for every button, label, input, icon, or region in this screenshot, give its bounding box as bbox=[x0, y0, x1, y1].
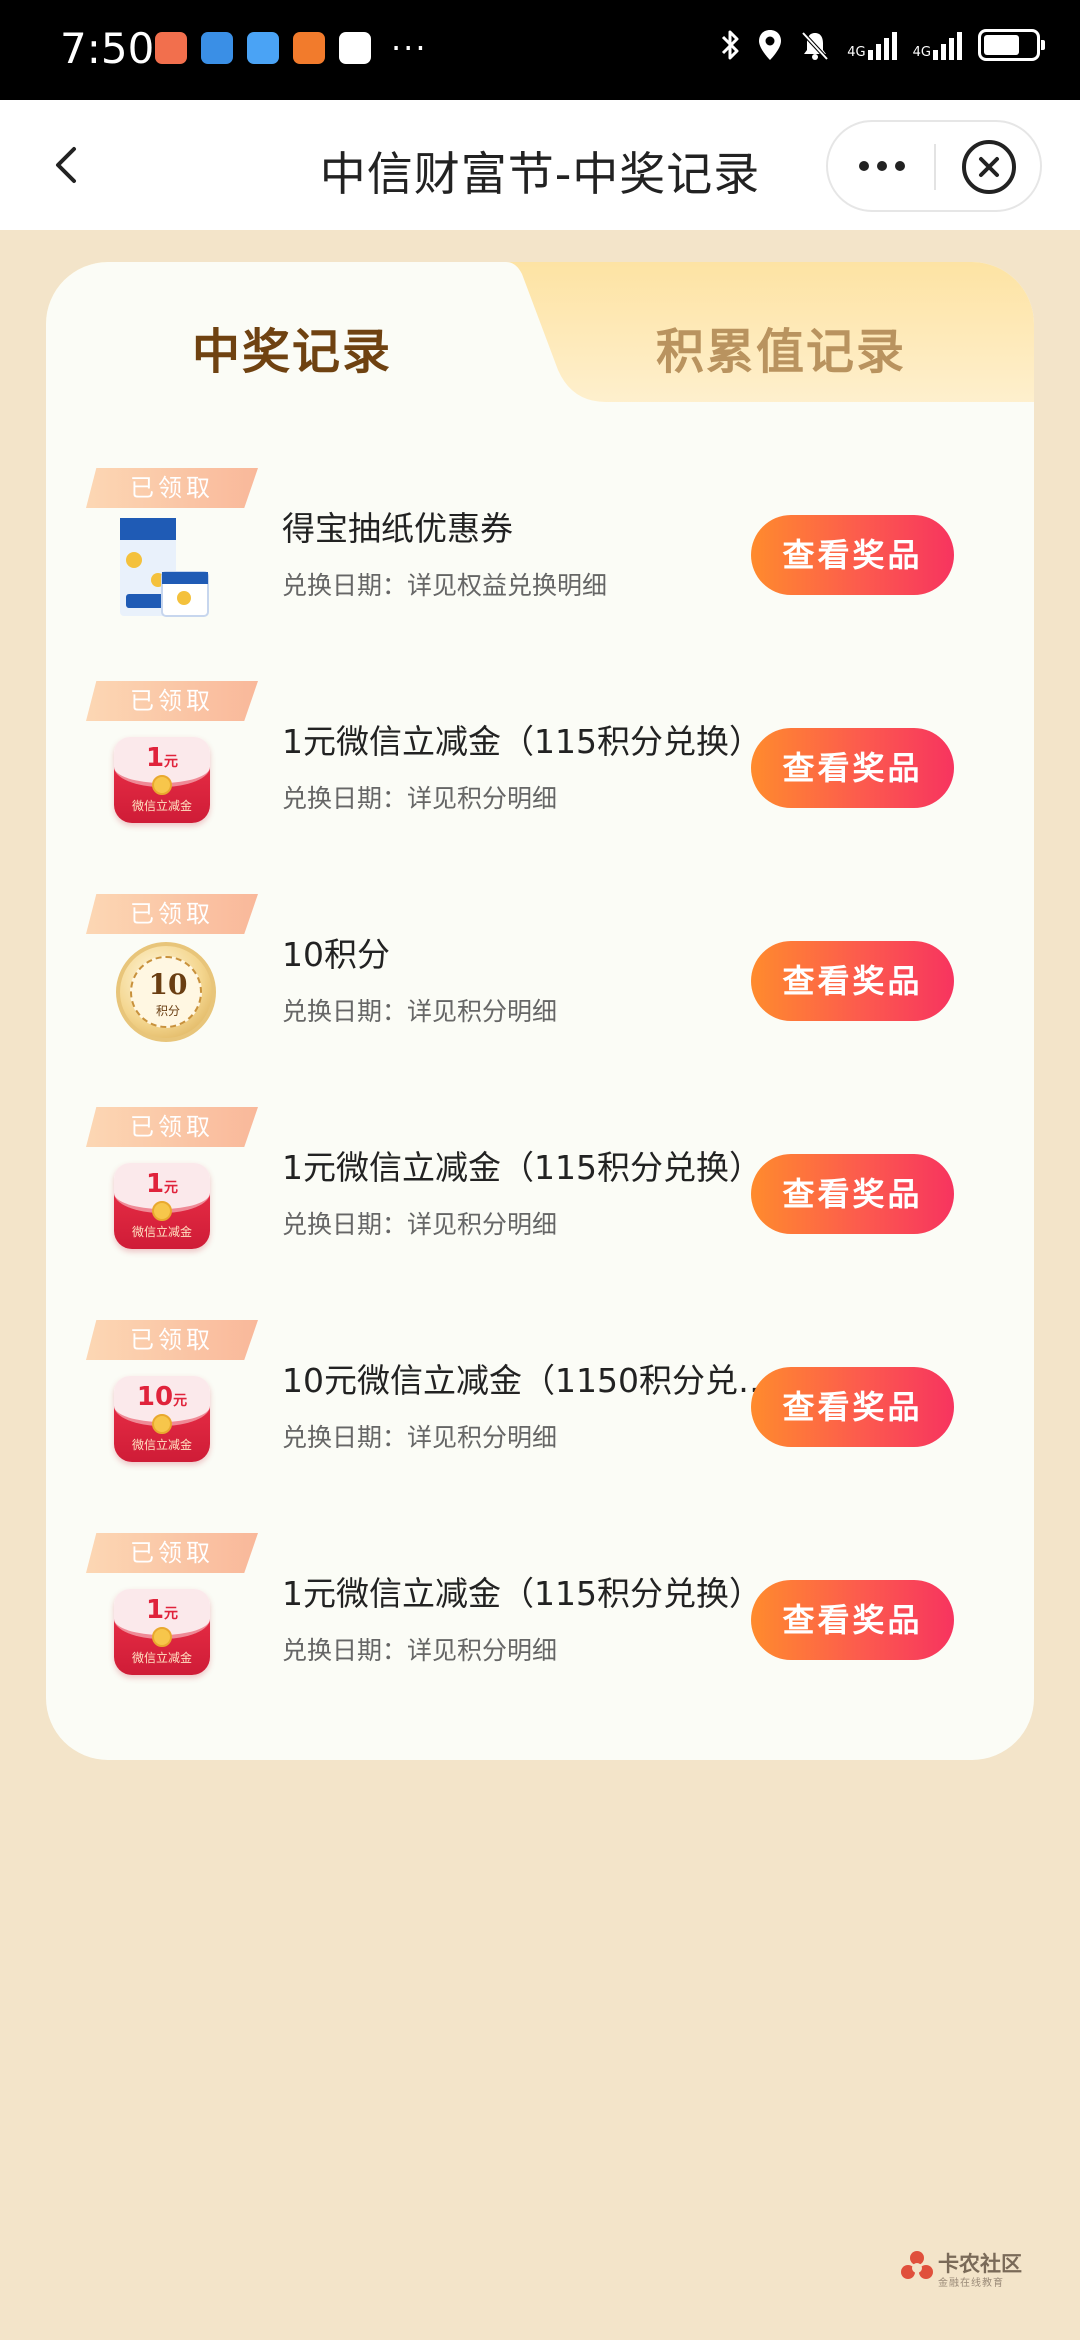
coin-icon bbox=[152, 775, 172, 795]
browser-app-icon bbox=[201, 32, 233, 64]
claimed-badge: 已领取 bbox=[86, 1533, 258, 1573]
record-row: 已领取 10元 微信立减金 10元微信立减金（1150积分兑换） 兑换日期：详见… bbox=[46, 1314, 1034, 1527]
red-packet-unit: 元 bbox=[164, 1180, 179, 1196]
notes-app-icon bbox=[155, 32, 187, 64]
battery-level bbox=[984, 35, 1019, 55]
red-packet-amount: 10 bbox=[136, 1382, 174, 1412]
red-packet-unit: 元 bbox=[173, 1393, 188, 1409]
signal-bars-icon bbox=[867, 30, 897, 60]
record-date: 兑换日期：详见积分明细 bbox=[282, 997, 558, 1026]
tab-winning-records[interactable]: 中奖记录 bbox=[192, 312, 392, 382]
red-packet-image: 10元 微信立减金 bbox=[114, 1370, 210, 1466]
video-app-icon bbox=[339, 32, 371, 64]
claimed-badge: 已领取 bbox=[86, 1107, 258, 1147]
status-indicators: 4G 4G bbox=[719, 28, 1045, 62]
record-row: 已领取 得宝抽纸优惠券 兑换日期：详见权益兑换明细 查看奖品 bbox=[46, 462, 1034, 675]
view-prize-button[interactable]: 查看奖品 bbox=[751, 941, 954, 1021]
close-icon[interactable] bbox=[962, 140, 1016, 194]
red-packet-amount: 1 bbox=[145, 1595, 165, 1625]
record-row: 已领取 1元 微信立减金 1元微信立减金（115积分兑换） 兑换日期：详见积分明… bbox=[46, 1527, 1034, 1740]
more-options-icon[interactable] bbox=[828, 122, 936, 210]
record-date: 兑换日期：详见积分明细 bbox=[282, 1210, 558, 1239]
record-row: 已领取 1元 微信立减金 1元微信立减金（115积分兑换） 兑换日期：详见积分明… bbox=[46, 675, 1034, 888]
capsule-divider bbox=[934, 144, 936, 190]
battery-icon bbox=[978, 29, 1045, 61]
red-packet-unit: 元 bbox=[164, 754, 179, 770]
tissue-product-image bbox=[120, 518, 209, 617]
more-notifications-icon: ··· bbox=[391, 29, 428, 67]
network-type-label: 4G bbox=[912, 45, 931, 60]
tab-accumulated-records[interactable]: 积累值记录 bbox=[656, 312, 906, 382]
view-prize-button[interactable]: 查看奖品 bbox=[751, 728, 954, 808]
view-prize-button[interactable]: 查看奖品 bbox=[751, 1154, 954, 1234]
red-packet-amount: 1 bbox=[145, 1169, 165, 1199]
signal-1: 4G bbox=[847, 30, 897, 60]
location-icon bbox=[759, 30, 782, 60]
signal-bars-icon bbox=[933, 30, 962, 60]
coin-icon bbox=[152, 1627, 172, 1647]
record-date: 兑换日期：详见积分明细 bbox=[282, 784, 558, 813]
claimed-badge: 已领取 bbox=[86, 681, 258, 721]
claimed-badge: 已领取 bbox=[86, 1320, 258, 1360]
record-title: 10积分 bbox=[282, 935, 390, 974]
red-packet-label: 微信立减金 bbox=[131, 1651, 192, 1665]
signal-2: 4G bbox=[913, 30, 962, 60]
coin-icon bbox=[152, 1414, 172, 1434]
record-row: 已领取 1元 微信立减金 1元微信立减金（115积分兑换） 兑换日期：详见积分明… bbox=[46, 1101, 1034, 1314]
tab-bar: 中奖记录 积累值记录 bbox=[46, 262, 1034, 442]
record-date: 兑换日期：详见积分明细 bbox=[282, 1636, 558, 1665]
nav-bar: 中信财富节-中奖记录 bbox=[0, 100, 1080, 230]
status-app-icons: ··· bbox=[155, 32, 428, 64]
watermark-subtitle: 金融在线教育 bbox=[938, 2278, 1004, 2289]
network-type-label: 4G bbox=[847, 45, 866, 60]
mini-program-capsule bbox=[826, 120, 1042, 212]
shop-app-icon bbox=[293, 32, 325, 64]
claimed-badge: 已领取 bbox=[86, 468, 258, 508]
view-prize-button[interactable]: 查看奖品 bbox=[751, 1367, 954, 1447]
coin-icon bbox=[152, 1201, 172, 1221]
record-title: 1元微信立减金（115积分兑换） bbox=[282, 1574, 762, 1613]
mute-bell-icon bbox=[801, 31, 829, 61]
red-packet-amount: 1 bbox=[145, 743, 165, 773]
record-date: 兑换日期：详见权益兑换明细 bbox=[282, 571, 608, 600]
red-packet-label: 微信立减金 bbox=[131, 1225, 192, 1239]
view-prize-button[interactable]: 查看奖品 bbox=[751, 1580, 954, 1660]
record-title: 10元微信立减金（1150积分兑换） bbox=[282, 1361, 782, 1400]
record-title: 得宝抽纸优惠券 bbox=[282, 509, 513, 548]
status-bar: 7:50 ··· 4G 4G bbox=[0, 0, 1080, 100]
claimed-badge: 已领取 bbox=[86, 894, 258, 934]
records-card: 中奖记录 积累值记录 已领取 得宝抽纸优惠券 兑换日期：详见权益兑换明细 查看奖… bbox=[46, 262, 1034, 1760]
red-packet-label: 微信立减金 bbox=[131, 799, 192, 813]
record-title: 1元微信立减金（115积分兑换） bbox=[282, 1148, 762, 1187]
status-time: 7:50 bbox=[60, 24, 155, 73]
medal-number: 10 bbox=[148, 968, 188, 1001]
points-medal-image: 10 积分 bbox=[116, 942, 216, 1042]
red-packet-unit: 元 bbox=[164, 1606, 179, 1622]
view-prize-button[interactable]: 查看奖品 bbox=[751, 515, 954, 595]
record-row: 已领取 10 积分 10积分 兑换日期：详见积分明细 查看奖品 bbox=[46, 888, 1034, 1101]
record-title: 1元微信立减金（115积分兑换） bbox=[282, 722, 762, 761]
red-packet-image: 1元 微信立减金 bbox=[114, 1157, 210, 1253]
bluetooth-icon bbox=[722, 30, 739, 60]
cloud-app-icon bbox=[247, 32, 279, 64]
medal-label: 积分 bbox=[155, 1004, 180, 1018]
red-packet-image: 1元 微信立减金 bbox=[114, 1583, 210, 1679]
red-packet-image: 1元 微信立减金 bbox=[114, 731, 210, 827]
record-date: 兑换日期：详见积分明细 bbox=[282, 1423, 558, 1452]
kanong-logo-icon bbox=[901, 2251, 933, 2279]
watermark-logo: 卡农社区 金融在线教育 bbox=[900, 2248, 1050, 2289]
red-packet-label: 微信立减金 bbox=[131, 1438, 192, 1452]
